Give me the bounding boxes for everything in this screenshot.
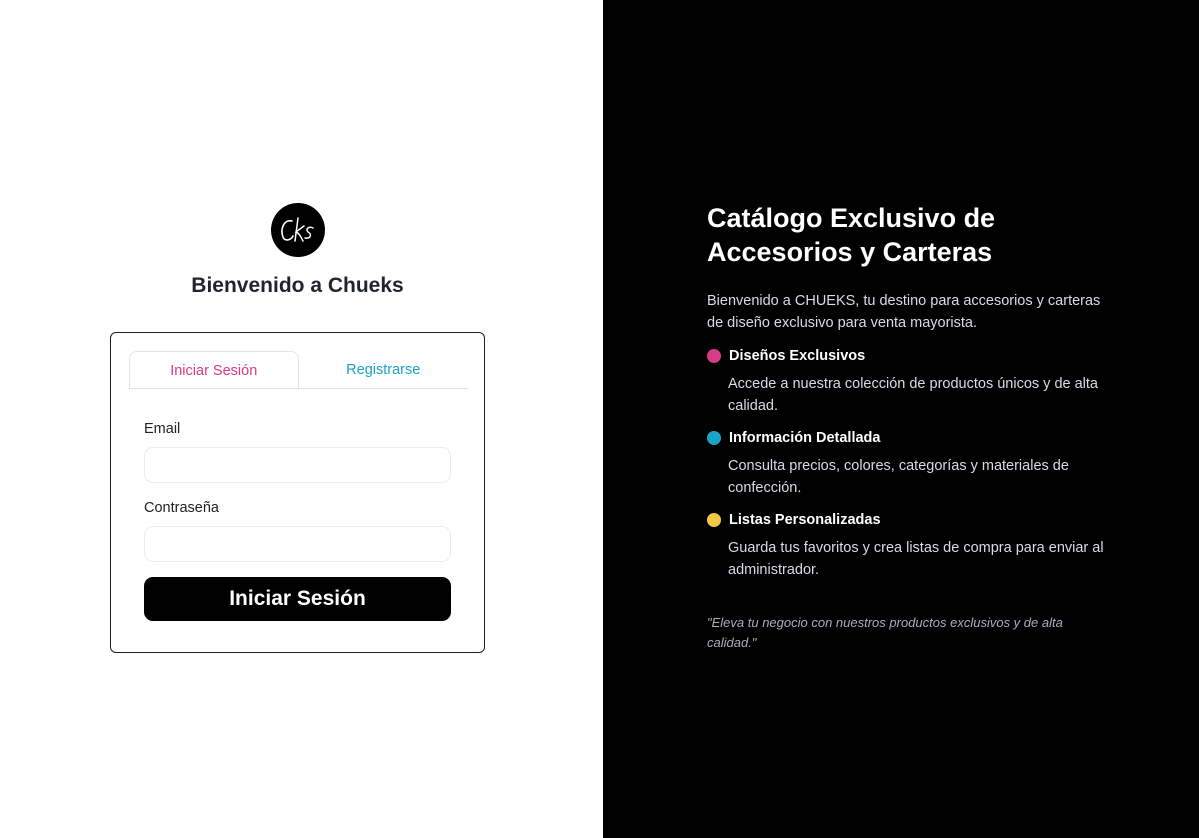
- feature-title: Listas Personalizadas: [729, 512, 881, 528]
- tab-login[interactable]: Iniciar Sesión: [129, 351, 299, 390]
- password-label: Contraseña: [144, 500, 219, 516]
- feature-item: Información Detallada Consulta precios, …: [707, 428, 1127, 499]
- feature-title: Información Detallada: [729, 430, 881, 446]
- password-input[interactable]: [144, 526, 451, 562]
- promo-panel: Catálogo Exclusivo de Accesorios y Carte…: [603, 0, 1199, 838]
- feature-desc: Accede a nuestra colección de productos …: [728, 376, 1098, 414]
- cyan-dot-icon: [707, 431, 721, 445]
- login-card: Iniciar Sesión Registrarse Email Contras…: [110, 332, 485, 653]
- cks-script-logo-icon: [281, 217, 314, 242]
- email-label: Email: [144, 421, 181, 437]
- login-submit-button[interactable]: Iniciar Sesión: [144, 577, 451, 621]
- email-input[interactable]: [144, 447, 451, 483]
- tab-register[interactable]: Registrarse: [299, 351, 469, 389]
- pink-dot-icon: [707, 349, 721, 363]
- feature-item: Listas Personalizadas Guarda tus favorit…: [707, 510, 1127, 581]
- feature-item: Diseños Exclusivos Accede a nuestra cole…: [707, 346, 1127, 417]
- yellow-dot-icon: [707, 513, 721, 527]
- chueks-logo: [271, 203, 325, 257]
- auth-tabs: Iniciar Sesión Registrarse: [129, 351, 469, 390]
- promo-intro: Bienvenido a CHUEKS, tu destino para acc…: [707, 293, 1101, 331]
- feature-desc: Guarda tus favoritos y crea listas de co…: [728, 540, 1104, 578]
- promo-title: Catálogo Exclusivo de Accesorios y Carte…: [707, 203, 996, 267]
- feature-title: Diseños Exclusivos: [729, 348, 866, 364]
- feature-desc: Consulta precios, colores, categorías y …: [728, 458, 1069, 496]
- login-panel: Bienvenido a Chueks Iniciar Sesión Regis…: [0, 0, 603, 838]
- promo-quote: "Eleva tu negocio con nuestros productos…: [707, 615, 1063, 650]
- welcome-title: Bienvenido a Chueks: [191, 274, 404, 297]
